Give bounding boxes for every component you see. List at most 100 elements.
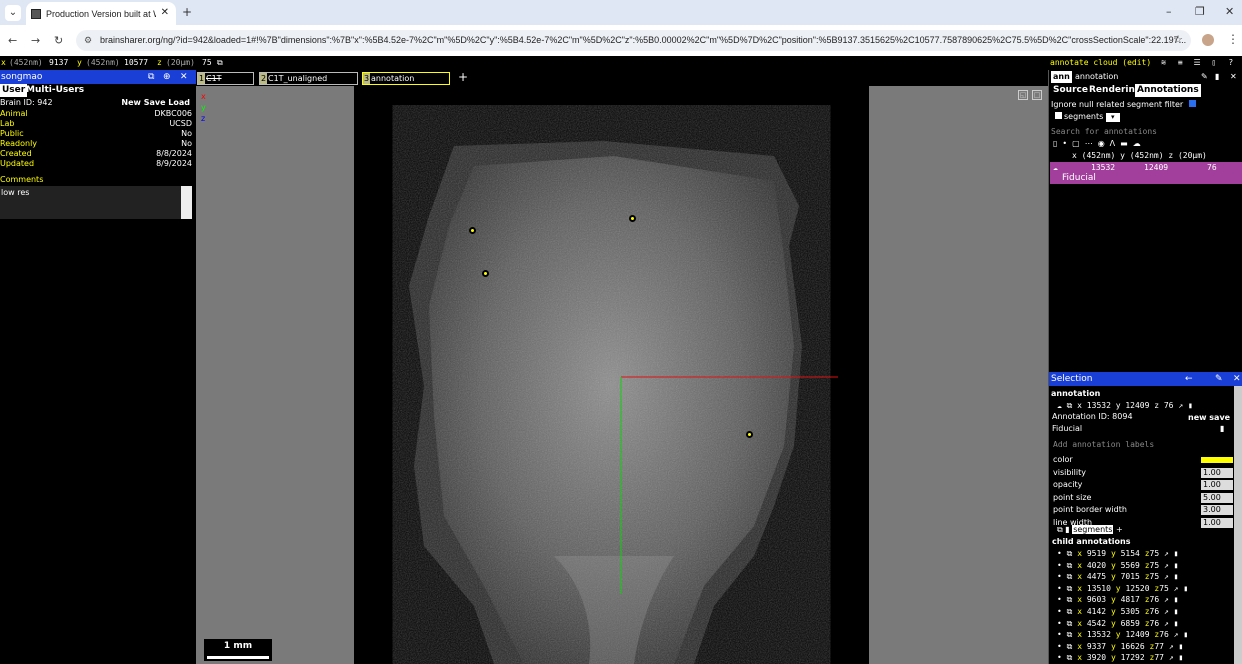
restore-icon[interactable]: ❐: [1195, 5, 1205, 18]
list-icon[interactable]: ≡: [1176, 58, 1185, 67]
annotation-search-input[interactable]: Search for annotations: [1051, 126, 1239, 137]
child-annotation-row[interactable]: • ⧉ x 13510 y 12520 z75 ↗ ▮: [1057, 584, 1188, 594]
tab-search-icon[interactable]: ⌄: [5, 5, 21, 21]
child-annotation-row[interactable]: • ⧉ x 4542 y 6859 z76 ↗ ▮: [1057, 619, 1178, 629]
new-tab-icon[interactable]: +: [182, 5, 192, 19]
goto-icon[interactable]: ↗: [1174, 584, 1179, 593]
y-value[interactable]: 10577: [124, 56, 148, 70]
property-value[interactable]: 5.00: [1201, 492, 1233, 503]
profile-avatar[interactable]: [1202, 34, 1214, 46]
layout-icon[interactable]: ☰: [1193, 58, 1202, 67]
goto-icon[interactable]: ↗: [1164, 595, 1169, 604]
child-annotation-row[interactable]: • ⧉ x 13532 y 12409 z76 ↗ ▮: [1057, 630, 1188, 640]
property-value[interactable]: 3.00: [1201, 505, 1233, 515]
copy-icon[interactable]: ⧉: [1067, 561, 1073, 570]
annotation-point[interactable]: [629, 215, 636, 222]
bookmark-star-icon[interactable]: ☆: [1173, 30, 1183, 51]
goto-icon[interactable]: ↗: [1174, 630, 1179, 639]
goto-icon[interactable]: ↗: [1164, 607, 1169, 616]
copy-icon[interactable]: ⧉: [1067, 653, 1073, 662]
copy-tool-icon[interactable]: ▯: [1053, 139, 1062, 148]
comments-scrollbar[interactable]: [181, 186, 192, 219]
close-panel-icon[interactable]: ✕: [180, 70, 188, 84]
forward-icon[interactable]: →: [31, 34, 40, 47]
back-icon[interactable]: ←: [8, 34, 17, 47]
goto-icon[interactable]: ↗: [1164, 549, 1169, 558]
selection-scrollbar[interactable]: [1234, 386, 1242, 664]
child-annotation-row[interactable]: • ⧉ x 4142 y 5305 z76 ↗ ▮: [1057, 607, 1178, 617]
layer-tab-2[interactable]: 2 C1T_unaligned: [259, 72, 358, 85]
property-value[interactable]: 1.00: [1201, 517, 1233, 528]
annotation-list-row[interactable]: ☁ 13532 12409 76 Fiducial: [1050, 162, 1242, 184]
reload-icon[interactable]: ↻: [54, 34, 63, 47]
site-info-icon[interactable]: ⚙: [84, 30, 92, 51]
ann-button[interactable]: ann: [1051, 71, 1072, 83]
child-annotation-row[interactable]: • ⧉ x 4020 y 5569 z75 ↗ ▮: [1057, 561, 1178, 571]
child-annotation-row[interactable]: • ⧉ x 9337 y 16626 z77 ↗ ▮: [1057, 642, 1183, 652]
close-selection-icon[interactable]: ✕: [1233, 372, 1241, 386]
section-slice[interactable]: [354, 86, 869, 664]
copy-icon[interactable]: ⧉: [1067, 619, 1073, 628]
line-tool-icon[interactable]: ⋯: [1085, 139, 1098, 148]
copy-icon[interactable]: ⧉: [1067, 584, 1073, 593]
goto-icon[interactable]: ↗: [1169, 642, 1174, 651]
segments-checkbox[interactable]: [1055, 112, 1062, 119]
layer-tab-1[interactable]: 1 C1T: [197, 72, 254, 85]
copy-icon[interactable]: ⧉: [1067, 630, 1073, 639]
delete-layer-icon[interactable]: ▮: [1215, 70, 1219, 84]
annotate-mode-label[interactable]: annotate cloud (edit): [1050, 58, 1151, 67]
copy-icon[interactable]: ⧉: [1067, 595, 1073, 604]
minimize-icon[interactable]: –: [1166, 5, 1172, 18]
copy-icon[interactable]: ⧉: [1067, 607, 1073, 616]
point-tool-icon[interactable]: •: [1062, 139, 1072, 148]
fullscreen-icon[interactable]: □: [1032, 90, 1042, 100]
segments-dropdown[interactable]: ▾: [1105, 113, 1120, 122]
child-annotation-row[interactable]: • ⧉ x 4475 y 7015 z75 ↗ ▮: [1057, 572, 1178, 582]
box-tool-icon[interactable]: ▢: [1072, 139, 1085, 148]
annotation-point[interactable]: [482, 270, 489, 277]
image-viewer[interactable]: x y z ◱ □ 1 mm: [196, 86, 1048, 664]
copy-icon[interactable]: ⧉: [1067, 549, 1073, 558]
add-segment-icon[interactable]: +: [1116, 525, 1123, 534]
info-icon[interactable]: ▯: [1209, 58, 1218, 67]
copy-position-icon[interactable]: ⧉: [217, 56, 223, 70]
delete-icon[interactable]: ▮: [1174, 549, 1179, 558]
segments-button[interactable]: segments: [1072, 525, 1114, 534]
ellipse-tool-icon[interactable]: ◉: [1098, 139, 1110, 148]
globe-icon[interactable]: ⊕: [163, 70, 171, 84]
child-annotation-row[interactable]: • ⧉ x 9603 y 4817 z76 ↗ ▮: [1057, 595, 1178, 605]
delete-icon[interactable]: ▮: [1183, 630, 1188, 639]
z-value[interactable]: 75: [202, 56, 212, 70]
labels-input[interactable]: Add annotation labels: [1053, 440, 1233, 449]
layer-name-field[interactable]: annotation: [1075, 70, 1118, 84]
property-value[interactable]: 1.00: [1201, 480, 1233, 490]
delete-icon[interactable]: ▮: [1183, 584, 1188, 593]
tab-multi-users[interactable]: Multi-Users: [24, 84, 86, 97]
pin-selection-icon[interactable]: ✎: [1215, 372, 1223, 386]
delete-icon[interactable]: ▮: [1178, 653, 1183, 662]
delete-icon[interactable]: ▮: [1174, 561, 1179, 570]
ignore-null-checkbox[interactable]: [1188, 100, 1196, 107]
url-field[interactable]: ⚙ brainsharer.org/ng/?id=942&loaded=1#!%…: [76, 30, 1191, 51]
copy-icon[interactable]: ⧉: [1067, 572, 1073, 581]
delete-icon[interactable]: ▮: [1178, 642, 1183, 651]
tab-annotations[interactable]: Annotations: [1135, 84, 1201, 97]
browser-menu-icon[interactable]: ⋮: [1227, 32, 1239, 46]
property-value[interactable]: 1.00: [1201, 467, 1233, 478]
annotation-point[interactable]: [746, 431, 753, 438]
popout-icon[interactable]: ⧉: [148, 70, 154, 84]
back-arrow-icon[interactable]: ←: [1185, 372, 1193, 386]
volume-tool-icon[interactable]: ▬: [1120, 139, 1133, 148]
comments-textarea[interactable]: low res: [0, 186, 192, 219]
delete-annotation-icon[interactable]: ▮: [1220, 424, 1224, 433]
child-annotation-row[interactable]: • ⧉ x 3920 y 17292 z77 ↗ ▮: [1057, 653, 1183, 663]
help-icon[interactable]: ?: [1226, 58, 1235, 67]
tab-source[interactable]: Source: [1051, 84, 1090, 97]
polygon-tool-icon[interactable]: Λ: [1110, 139, 1120, 148]
close-layer-panel-icon[interactable]: ✕: [1230, 70, 1237, 84]
delete-icon[interactable]: ▮: [1174, 572, 1179, 581]
color-swatch[interactable]: [1201, 457, 1233, 463]
state-actions[interactable]: New Save Load: [121, 97, 190, 109]
goto-icon[interactable]: ↗: [1164, 561, 1169, 570]
close-tab-icon[interactable]: ✕: [161, 7, 169, 18]
